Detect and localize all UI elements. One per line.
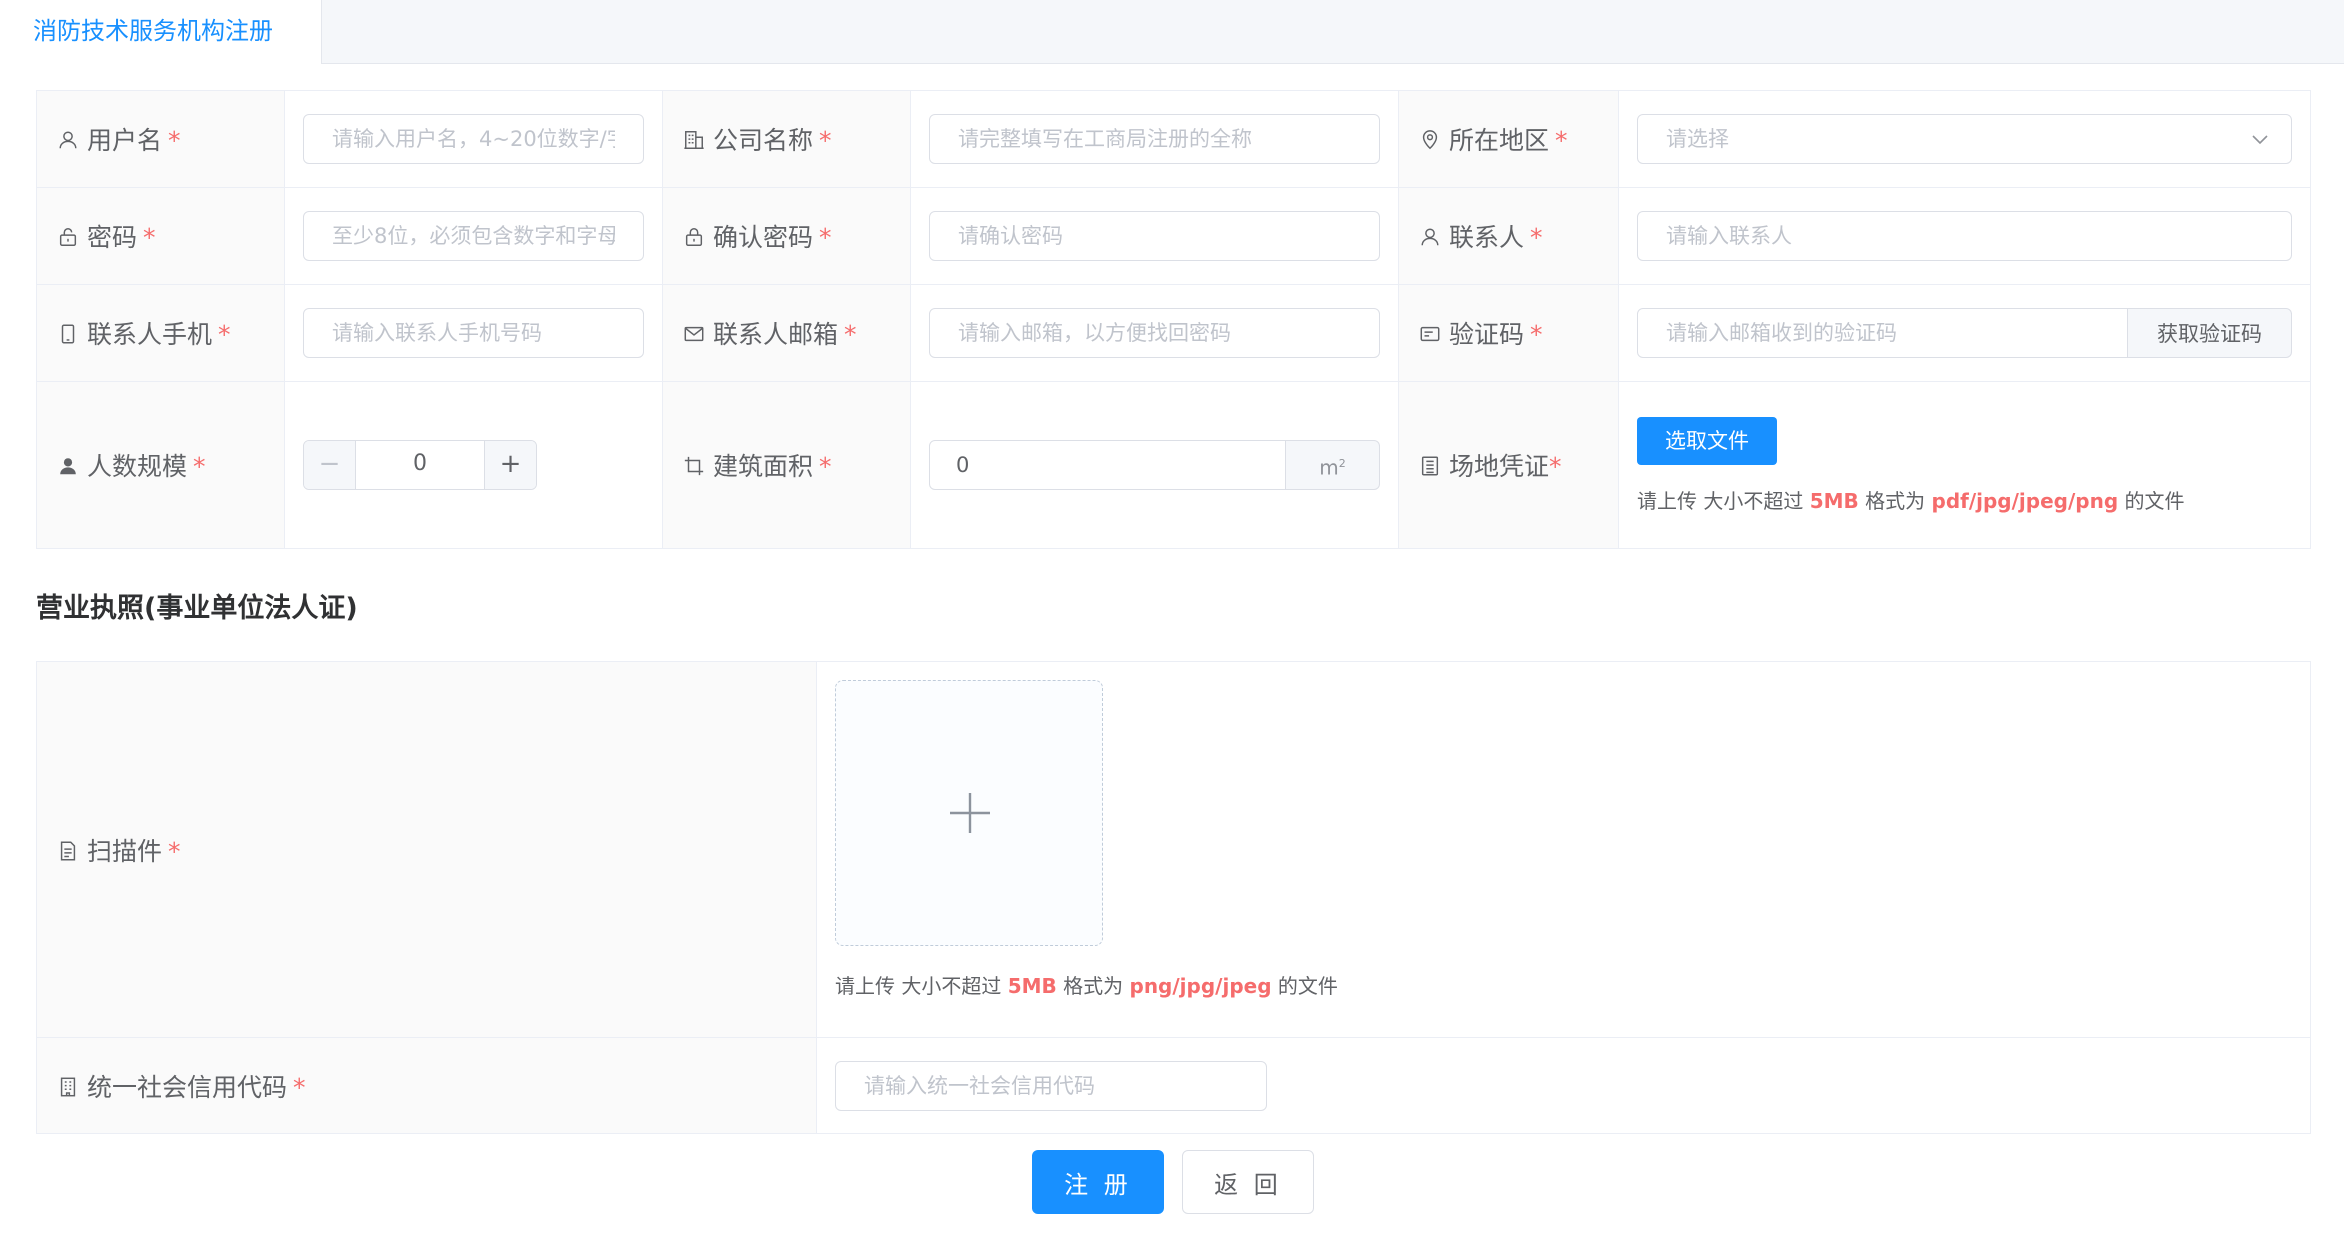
phone-input[interactable] (303, 308, 644, 358)
lock-icon (683, 226, 705, 248)
venue-label: 场地凭证* (1398, 381, 1619, 549)
office-building-icon (683, 129, 705, 151)
code-label: 验证码 * (1398, 284, 1619, 382)
staff-label: 人数规模 * (36, 381, 285, 549)
tab-bar: 消防技术服务机构注册 (0, 0, 2344, 64)
verification-code-group: 获取验证码 (1637, 308, 2292, 358)
scan-upload-tip: 请上传 大小不超过 5MB 格式为 png/jpg/jpeg 的文件 (835, 974, 1338, 998)
staff-stepper: − 0 + (303, 440, 537, 490)
area-label: 建筑面积 * (662, 381, 911, 549)
credit-code-label: 统一社会信用代码 * (36, 1037, 817, 1134)
phone-label: 联系人手机 * (36, 284, 285, 382)
company-label: 公司名称 * (662, 90, 911, 188)
select-file-button[interactable]: 选取文件 (1637, 416, 1777, 465)
registration-form: 用户名* 公司名称* 所在地区* 密码* 确认密码* 联系人* (36, 90, 2311, 549)
password-label: 密码 * (36, 187, 285, 285)
confirm-password-label: 确认密码 * (662, 187, 911, 285)
staff-value[interactable]: 0 (356, 441, 484, 489)
document-icon (57, 840, 79, 862)
venue-upload-tip: 请上传 大小不超过 5MB 格式为 pdf/jpg/jpeg/png 的文件 (1637, 488, 2185, 513)
region-label: 所在地区 * (1398, 90, 1619, 188)
chevron-down-icon (2250, 129, 2270, 149)
confirm-password-input[interactable] (929, 211, 1380, 261)
user-icon (57, 129, 79, 151)
company-name-input[interactable] (929, 114, 1380, 164)
tab-register[interactable]: 消防技术服务机构注册 (0, 0, 322, 64)
scan-label: 扫描件 * (36, 661, 817, 1038)
user-icon (1419, 226, 1441, 248)
area-unit: m2 (1286, 440, 1380, 490)
crop-icon (683, 455, 705, 477)
region-select-input[interactable] (1637, 114, 2292, 164)
area-input-group: m2 (929, 440, 1380, 490)
plus-icon (948, 791, 992, 835)
increase-button[interactable]: + (484, 441, 536, 489)
location-pin-icon (1419, 129, 1441, 151)
username-label: 用户名 * (36, 90, 285, 188)
building-icon (57, 1076, 79, 1098)
license-section-title: 营业执照(事业单位法人证) (36, 593, 358, 624)
get-code-button[interactable]: 获取验证码 (2128, 308, 2292, 358)
user-filled-icon (57, 455, 79, 477)
username-input[interactable] (303, 114, 644, 164)
mobile-phone-icon (57, 323, 79, 345)
license-form: 扫描件 * 请上传 大小不超过 5MB 格式为 png/jpg/jpeg 的文件 … (36, 661, 2311, 1134)
register-button[interactable]: 注 册 (1032, 1150, 1164, 1214)
credit-code-input[interactable] (835, 1060, 1267, 1111)
envelope-icon (683, 323, 705, 345)
back-button[interactable]: 返 回 (1182, 1150, 1314, 1214)
verification-code-input[interactable] (1637, 308, 2128, 358)
password-input[interactable] (303, 211, 644, 261)
region-select[interactable] (1637, 114, 2292, 164)
area-input[interactable] (929, 440, 1286, 490)
message-code-icon (1419, 323, 1441, 345)
document-list-icon (1419, 455, 1441, 477)
lock-icon (57, 226, 79, 248)
scan-upload-box[interactable] (835, 680, 1103, 946)
form-actions: 注 册 返 回 (1032, 1150, 1314, 1214)
contact-label: 联系人 * (1398, 187, 1619, 285)
decrease-button[interactable]: − (304, 441, 356, 489)
email-input[interactable] (929, 308, 1380, 358)
email-label: 联系人邮箱 * (662, 284, 911, 382)
contact-input[interactable] (1637, 211, 2292, 261)
